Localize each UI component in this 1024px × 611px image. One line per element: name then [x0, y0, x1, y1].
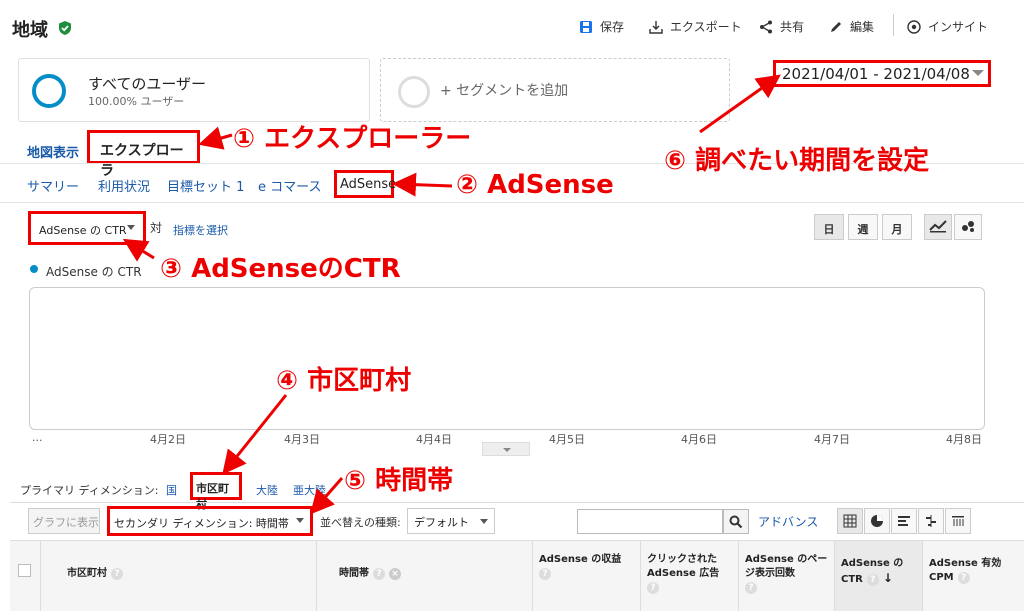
annotation-time-of-day: ⑤ 時間帯 [344, 466, 454, 496]
annotation-arrow-2 [392, 172, 453, 197]
annotation-arrow-5 [310, 477, 344, 515]
annotation-arrow-3 [122, 238, 155, 262]
annotation-explorer: ① エクスプローラー [233, 124, 472, 154]
annotation-arrow-4 [222, 394, 288, 475]
annotation-arrow-6 [699, 74, 781, 134]
annotation-adsense-ctr: ③ AdSenseのCTR [160, 254, 401, 284]
annotation-city: ④ 市区町村 [276, 366, 412, 396]
annotation-adsense: ② AdSense [456, 170, 614, 200]
annotation-arrow-1 [198, 126, 233, 150]
annotation-arrows [122, 74, 781, 515]
annotation-date-range: ⑥ 調べたい期間を設定 [664, 146, 930, 176]
